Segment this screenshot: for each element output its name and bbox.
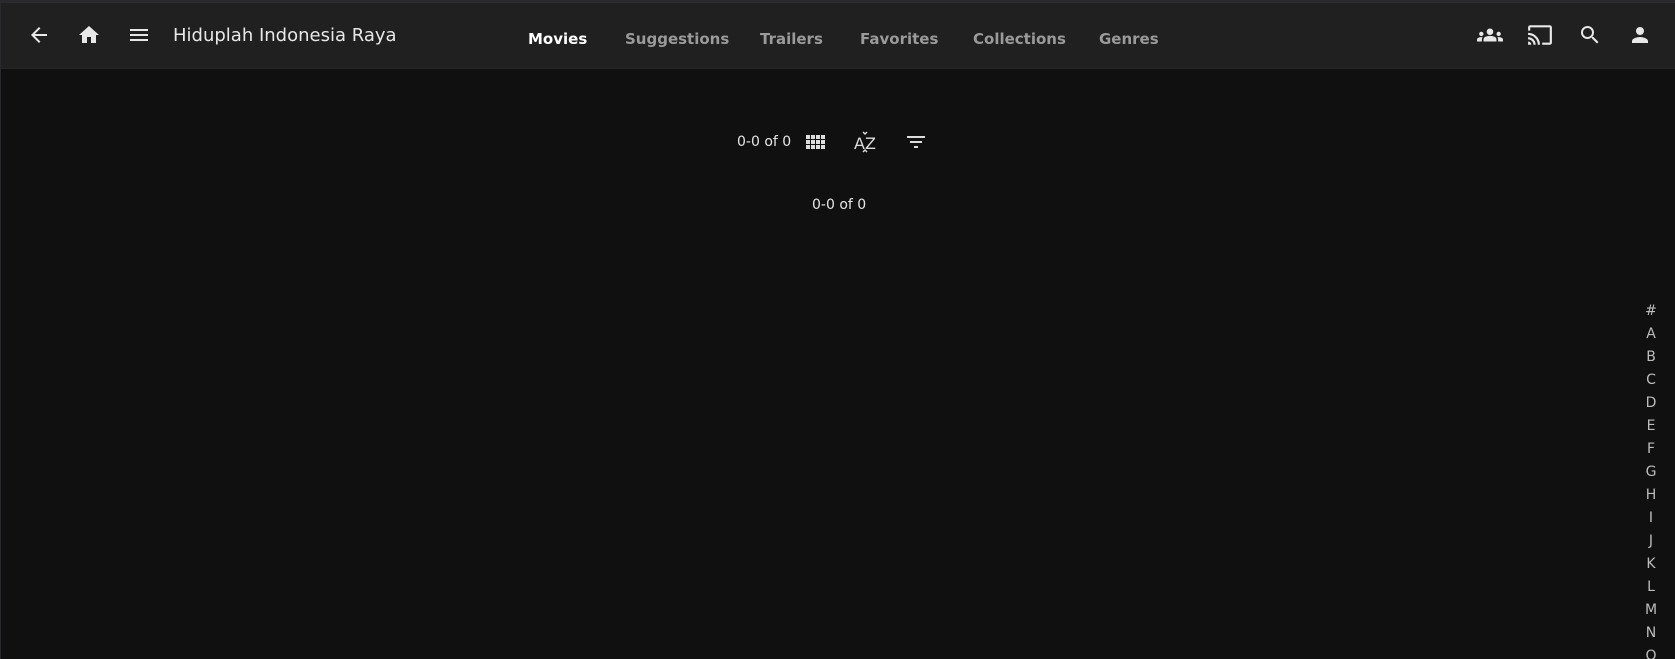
alphabet-letter[interactable]: H: [1641, 484, 1661, 507]
search-icon: [1581, 26, 1599, 44]
alphabet-letter[interactable]: K: [1641, 553, 1661, 576]
sort-az-icon: A Z: [854, 131, 876, 153]
view-mode-button[interactable]: [799, 125, 833, 159]
top-header: Hiduplah Indonesia Raya Movies Suggestio…: [1, 3, 1675, 69]
tab-genres[interactable]: Genres: [1099, 30, 1159, 48]
search-button[interactable]: [1570, 15, 1610, 55]
alphabet-letter[interactable]: C: [1641, 369, 1661, 392]
user-icon: [1632, 27, 1648, 43]
tab-collections[interactable]: Collections: [973, 30, 1066, 48]
alphabet-letter[interactable]: F: [1641, 438, 1661, 461]
tab-favorites[interactable]: Favorites: [860, 30, 938, 48]
alphabet-letter[interactable]: B: [1641, 346, 1661, 369]
tab-suggestions[interactable]: Suggestions: [625, 30, 729, 48]
alphabet-letter[interactable]: E: [1641, 415, 1661, 438]
filter-icon: [907, 136, 925, 148]
filter-button[interactable]: [899, 125, 933, 159]
app-window: Hiduplah Indonesia Raya Movies Suggestio…: [0, 0, 1675, 659]
svg-text:Z: Z: [865, 134, 876, 153]
grid-view-icon: [806, 135, 825, 149]
paging-item-count: 0-0 of 0: [812, 197, 867, 213]
alphabet-letter[interactable]: A: [1641, 323, 1661, 346]
library-tabs: Movies Suggestions Trailers Favorites Co…: [1, 30, 1675, 50]
syncplay-button[interactable]: [1470, 15, 1510, 55]
alphabet-letter[interactable]: N: [1641, 622, 1661, 645]
tab-trailers[interactable]: Trailers: [760, 30, 823, 48]
alphabet-picker: # A B C D E F G H I J K L M N O: [1641, 300, 1661, 659]
alphabet-letter[interactable]: J: [1641, 530, 1661, 553]
user-button[interactable]: [1620, 15, 1660, 55]
alphabet-letter[interactable]: I: [1641, 507, 1661, 530]
sort-button[interactable]: A Z: [849, 125, 883, 159]
alphabet-letter[interactable]: M: [1641, 599, 1661, 622]
cast-icon: [1528, 25, 1552, 45]
svg-text:A: A: [854, 134, 865, 153]
alphabet-letter[interactable]: O: [1641, 645, 1661, 659]
alphabet-letter[interactable]: D: [1641, 392, 1661, 415]
toolbar-item-count: 0-0 of 0: [737, 134, 792, 150]
cast-button[interactable]: [1520, 15, 1560, 55]
alphabet-letter[interactable]: G: [1641, 461, 1661, 484]
alphabet-letter[interactable]: L: [1641, 576, 1661, 599]
group-icon: [1477, 28, 1503, 42]
tab-movies[interactable]: Movies: [528, 30, 587, 48]
alphabet-letter[interactable]: #: [1641, 300, 1661, 323]
